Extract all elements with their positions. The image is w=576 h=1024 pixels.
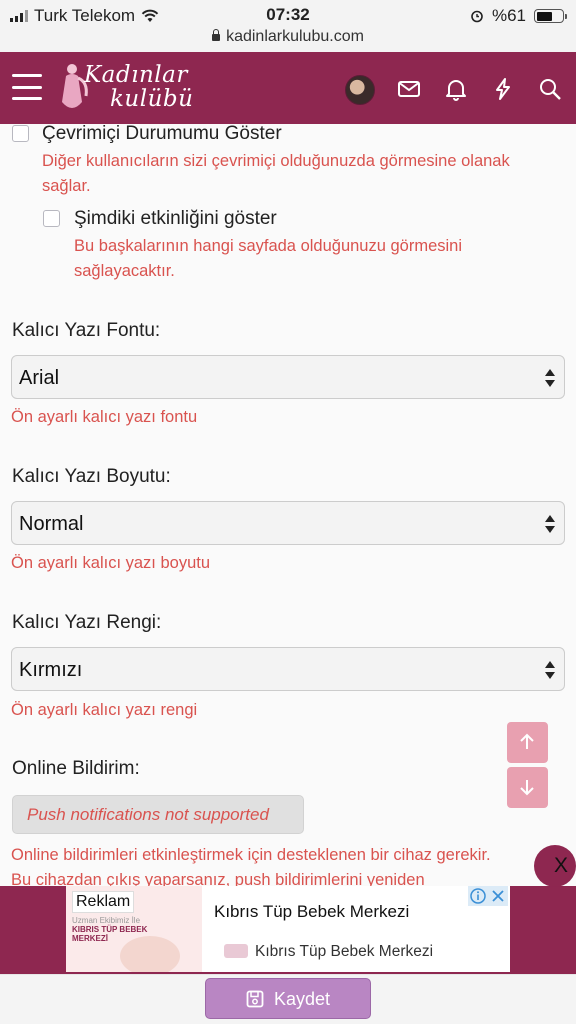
font-hint: Ön ayarlı kalıcı yazı fontu <box>11 408 198 426</box>
save-button-label: Kaydet <box>274 989 331 1009</box>
current-activity-desc-1: Bu başkalarının hangi sayfada olduğunuzu… <box>74 237 463 255</box>
ad-brand: Kıbrıs Tüp Bebek Merkezi <box>255 943 434 960</box>
color-label: Kalıcı Yazı Rengi: <box>12 612 162 633</box>
ad-image: Reklam Uzman Ekibimiz İle KIBRIS TÜP BEB… <box>66 886 202 972</box>
size-label: Kalıcı Yazı Boyutu: <box>12 466 171 487</box>
url-bar[interactable]: kadinlarkulubu.com <box>0 28 576 46</box>
ad-title: Kıbrıs Tüp Bebek Merkezi <box>214 902 410 921</box>
online-status-desc-1: Diğer kullanıcıların sizi çevrimiçi oldu… <box>42 152 510 170</box>
lightning-icon[interactable] <box>490 76 516 102</box>
current-activity-desc-2: sağlayacaktır. <box>74 262 175 280</box>
font-select[interactable]: Arial <box>11 355 565 399</box>
arrow-up-icon <box>520 733 534 749</box>
color-select[interactable]: Kırmızı <box>11 647 565 691</box>
size-select[interactable]: Normal <box>11 501 565 545</box>
scroll-down-button[interactable] <box>507 767 548 808</box>
font-label: Kalıcı Yazı Fontu: <box>12 320 161 341</box>
save-icon <box>246 990 264 1008</box>
current-activity-checkbox[interactable] <box>43 210 60 227</box>
online-status-label: Çevrimiçi Durumumu Göster <box>42 123 282 144</box>
size-hint: Ön ayarlı kalıcı yazı boyutu <box>11 554 211 572</box>
push-notifications-button[interactable]: Push notifications not supported <box>12 795 304 834</box>
ad-close-icon[interactable] <box>488 886 508 906</box>
ad-sub-line-1: Uzman Ekibimiz İle <box>72 916 141 925</box>
ad-badge: Reklam <box>72 891 135 913</box>
push-notifications-button-label: Push notifications not supported <box>27 805 269 824</box>
online-notification-desc-1: Online bildirimleri etkinleştirmek için … <box>11 846 491 864</box>
ad-sub-text: Uzman Ekibimiz İle KIBRIS TÜP BEBEK MERK… <box>72 916 147 943</box>
site-logo[interactable]: Kadınlar kulübü <box>58 60 198 116</box>
bell-icon[interactable] <box>443 76 469 102</box>
avatar[interactable] <box>345 75 375 105</box>
select-arrows-icon <box>545 515 555 533</box>
color-hint: Ön ayarlı kalıcı yazı rengi <box>11 701 198 719</box>
ad-brand-logo <box>224 944 248 958</box>
save-button[interactable]: Kaydet <box>205 978 371 1019</box>
envelope-icon[interactable] <box>396 76 422 102</box>
arrow-down-icon <box>520 780 534 796</box>
search-icon[interactable] <box>537 76 563 102</box>
online-notification-label: Online Bildirim: <box>12 758 140 779</box>
lock-icon <box>212 29 221 41</box>
alarm-icon <box>471 10 483 23</box>
menu-icon[interactable] <box>12 74 42 100</box>
battery-info: %61 <box>470 6 567 26</box>
battery-icon <box>534 9 567 23</box>
ad-sub-line-2: KIBRIS TÜP BEBEK <box>72 925 148 934</box>
color-select-value: Kırmızı <box>19 659 83 681</box>
select-arrows-icon <box>545 661 555 679</box>
font-select-value: Arial <box>19 367 60 389</box>
logo-text-line1: Kadınlar <box>84 62 188 88</box>
info-icon[interactable] <box>468 886 488 906</box>
current-activity-label: Şimdiki etkinliğini göster <box>74 208 277 229</box>
size-select-value: Normal <box>19 513 84 535</box>
status-bar: Turk Telekom 07:32 kadinlarkulubu.com %6… <box>0 0 576 52</box>
url-text: kadinlarkulubu.com <box>226 28 364 45</box>
online-status-desc-2: sağlar. <box>42 177 91 195</box>
ad-close-button[interactable]: X <box>534 845 576 887</box>
ad-sub-line-3: MERKEZİ <box>72 934 108 943</box>
ad-close-label: X <box>554 854 569 877</box>
select-arrows-icon <box>545 369 555 387</box>
logo-text-line2: kulübü <box>110 86 194 112</box>
site-header: Kadınlar kulübü <box>0 52 576 124</box>
ad-banner[interactable]: Reklam Uzman Ekibimiz İle KIBRIS TÜP BEB… <box>66 886 510 972</box>
footer-bar: Kaydet <box>0 974 576 1024</box>
battery-percent: %61 <box>491 6 526 25</box>
scroll-up-button[interactable] <box>507 722 548 763</box>
online-status-checkbox[interactable] <box>12 125 29 142</box>
